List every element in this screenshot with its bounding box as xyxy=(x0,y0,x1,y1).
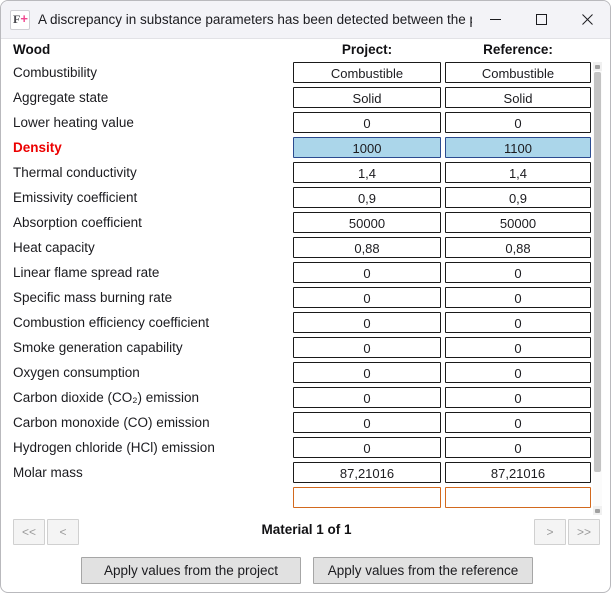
project-column-header: Project: xyxy=(341,42,393,57)
parameter-label: Absorption coefficient xyxy=(13,215,142,230)
parameter-row: Lower heating value 0 0 xyxy=(1,111,610,136)
project-value-field[interactable]: 87,21016 xyxy=(293,462,441,483)
reference-value-field[interactable]: 0 xyxy=(445,387,591,408)
reference-value-field[interactable]: 0 xyxy=(445,362,591,383)
scroll-up-icon[interactable] xyxy=(593,62,602,71)
parameter-list: Combustibility Combustible Combustible Aggr… xyxy=(1,61,610,516)
reference-value-field[interactable]: 87,21016 xyxy=(445,462,591,483)
project-value-field[interactable]: Combustible xyxy=(293,62,441,83)
parameter-label: Linear flame spread rate xyxy=(13,265,160,280)
project-value-field[interactable]: 0 xyxy=(293,312,441,333)
parameter-label: Hydrogen chloride (HCl) emission xyxy=(13,440,215,455)
reference-value-field[interactable]: 0 xyxy=(445,412,591,433)
parameter-row: Hydrogen chloride (HCl) emission 0 0 xyxy=(1,436,610,461)
parameter-row: Carbon monoxide (CO) emission 0 0 xyxy=(1,411,610,436)
parameter-label: Heat capacity xyxy=(13,240,95,255)
parameter-label: Combustibility xyxy=(13,65,98,80)
material-name: Wood xyxy=(13,42,51,57)
parameter-label: Combustion efficiency coefficient xyxy=(13,315,210,330)
scroll-down-icon[interactable] xyxy=(593,506,602,515)
parameter-row: Aggregate state Solid Solid xyxy=(1,86,610,111)
material-counter: Material 1 of 1 xyxy=(261,522,352,537)
parameter-row: Oxygen consumption 0 0 xyxy=(1,361,610,386)
parameter-row: Emissivity coefficient 0,9 0,9 xyxy=(1,186,610,211)
parameter-label: Molar mass xyxy=(13,465,83,480)
parameter-label: Emissivity coefficient xyxy=(13,190,138,205)
project-value-field[interactable]: 0 xyxy=(293,112,441,133)
maximize-icon[interactable] xyxy=(518,1,564,38)
app-logo-icon: F + xyxy=(10,9,30,30)
window-controls xyxy=(472,1,610,38)
parameter-label: Thermal conductivity xyxy=(13,165,137,180)
parameter-label: Aggregate state xyxy=(13,90,109,105)
project-value-field[interactable]: 0 xyxy=(293,337,441,358)
navigation-bar: << < Material 1 of 1 > >> xyxy=(1,519,610,551)
parameter-label: Carbon dioxide (CO₂) emission xyxy=(13,390,200,405)
app-logo-letter: F xyxy=(13,11,21,26)
parameter-label: Lower heating value xyxy=(13,115,134,130)
reference-value-field[interactable]: 0 xyxy=(445,312,591,333)
minimize-icon[interactable] xyxy=(472,1,518,38)
project-value-field[interactable]: 0 xyxy=(293,437,441,458)
window-title: A discrepancy in substance parameters ha… xyxy=(38,12,472,27)
parameter-row: Absorption coefficient 50000 50000 xyxy=(1,211,610,236)
discrepancy-dialog-window: F + A discrepancy in substance parameter… xyxy=(0,0,611,593)
project-value-field[interactable]: 0 xyxy=(293,262,441,283)
parameter-row: Smoke generation capability 0 0 xyxy=(1,336,610,361)
parameter-row: Linear flame spread rate 0 0 xyxy=(1,261,610,286)
project-value-field[interactable] xyxy=(293,487,441,508)
dialog-content: Wood Project: Reference: Combustibility C… xyxy=(1,39,610,592)
parameter-label: Specific mass burning rate xyxy=(13,290,173,305)
parameter-label: Density xyxy=(13,140,62,155)
reference-value-field[interactable]: Solid xyxy=(445,87,591,108)
project-value-field[interactable]: 0,88 xyxy=(293,237,441,258)
reference-value-field[interactable] xyxy=(445,487,591,508)
vertical-scrollbar[interactable] xyxy=(593,62,602,515)
project-value-field[interactable]: 0 xyxy=(293,287,441,308)
parameter-row: Combustion efficiency coefficient 0 0 xyxy=(1,311,610,336)
reference-value-field[interactable]: Combustible xyxy=(445,62,591,83)
reference-value-field[interactable]: 1,4 xyxy=(445,162,591,183)
project-value-field[interactable]: 1,4 xyxy=(293,162,441,183)
parameter-row: Density 1000 1100 xyxy=(1,136,610,161)
parameter-row: Carbon dioxide (CO₂) emission 0 0 xyxy=(1,386,610,411)
parameter-label: Oxygen consumption xyxy=(13,365,140,380)
project-value-field[interactable]: 0 xyxy=(293,362,441,383)
project-value-field[interactable]: 0,9 xyxy=(293,187,441,208)
last-material-button[interactable]: >> xyxy=(568,519,600,545)
reference-value-field[interactable]: 1100 xyxy=(445,137,591,158)
reference-value-field[interactable]: 50000 xyxy=(445,212,591,233)
project-value-field[interactable]: 0 xyxy=(293,412,441,433)
project-value-field[interactable]: 0 xyxy=(293,387,441,408)
scrollbar-thumb[interactable] xyxy=(594,72,601,472)
apply-values-from-reference-button[interactable]: Apply values from the reference xyxy=(313,557,533,584)
reference-value-field[interactable]: 0 xyxy=(445,437,591,458)
parameter-row: Heat capacity 0,88 0,88 xyxy=(1,236,610,261)
reference-column-header: Reference: xyxy=(483,42,553,57)
reference-value-field[interactable]: 0 xyxy=(445,287,591,308)
parameter-row: Thermal conductivity 1,4 1,4 xyxy=(1,161,610,186)
reference-value-field[interactable]: 0,88 xyxy=(445,237,591,258)
parameter-row: Specific mass burning rate 0 0 xyxy=(1,286,610,311)
parameter-row: Combustibility Combustible Combustible xyxy=(1,61,610,86)
title-bar: F + A discrepancy in substance parameter… xyxy=(1,1,610,39)
parameter-row: Molar mass 87,21016 87,21016 xyxy=(1,461,610,486)
reference-value-field[interactable]: 0,9 xyxy=(445,187,591,208)
app-logo-plus: + xyxy=(20,10,28,26)
parameter-row xyxy=(1,486,610,511)
reference-value-field[interactable]: 0 xyxy=(445,112,591,133)
project-value-field[interactable]: 50000 xyxy=(293,212,441,233)
parameter-label: Carbon monoxide (CO) emission xyxy=(13,415,210,430)
next-material-button[interactable]: > xyxy=(534,519,566,545)
reference-value-field[interactable]: 0 xyxy=(445,262,591,283)
parameter-label: Smoke generation capability xyxy=(13,340,183,355)
project-value-field[interactable]: Solid xyxy=(293,87,441,108)
reference-value-field[interactable]: 0 xyxy=(445,337,591,358)
close-icon[interactable] xyxy=(564,1,610,38)
apply-values-from-project-button[interactable]: Apply values from the project xyxy=(81,557,301,584)
project-value-field[interactable]: 1000 xyxy=(293,137,441,158)
column-headers: Wood Project: Reference: xyxy=(1,39,610,61)
